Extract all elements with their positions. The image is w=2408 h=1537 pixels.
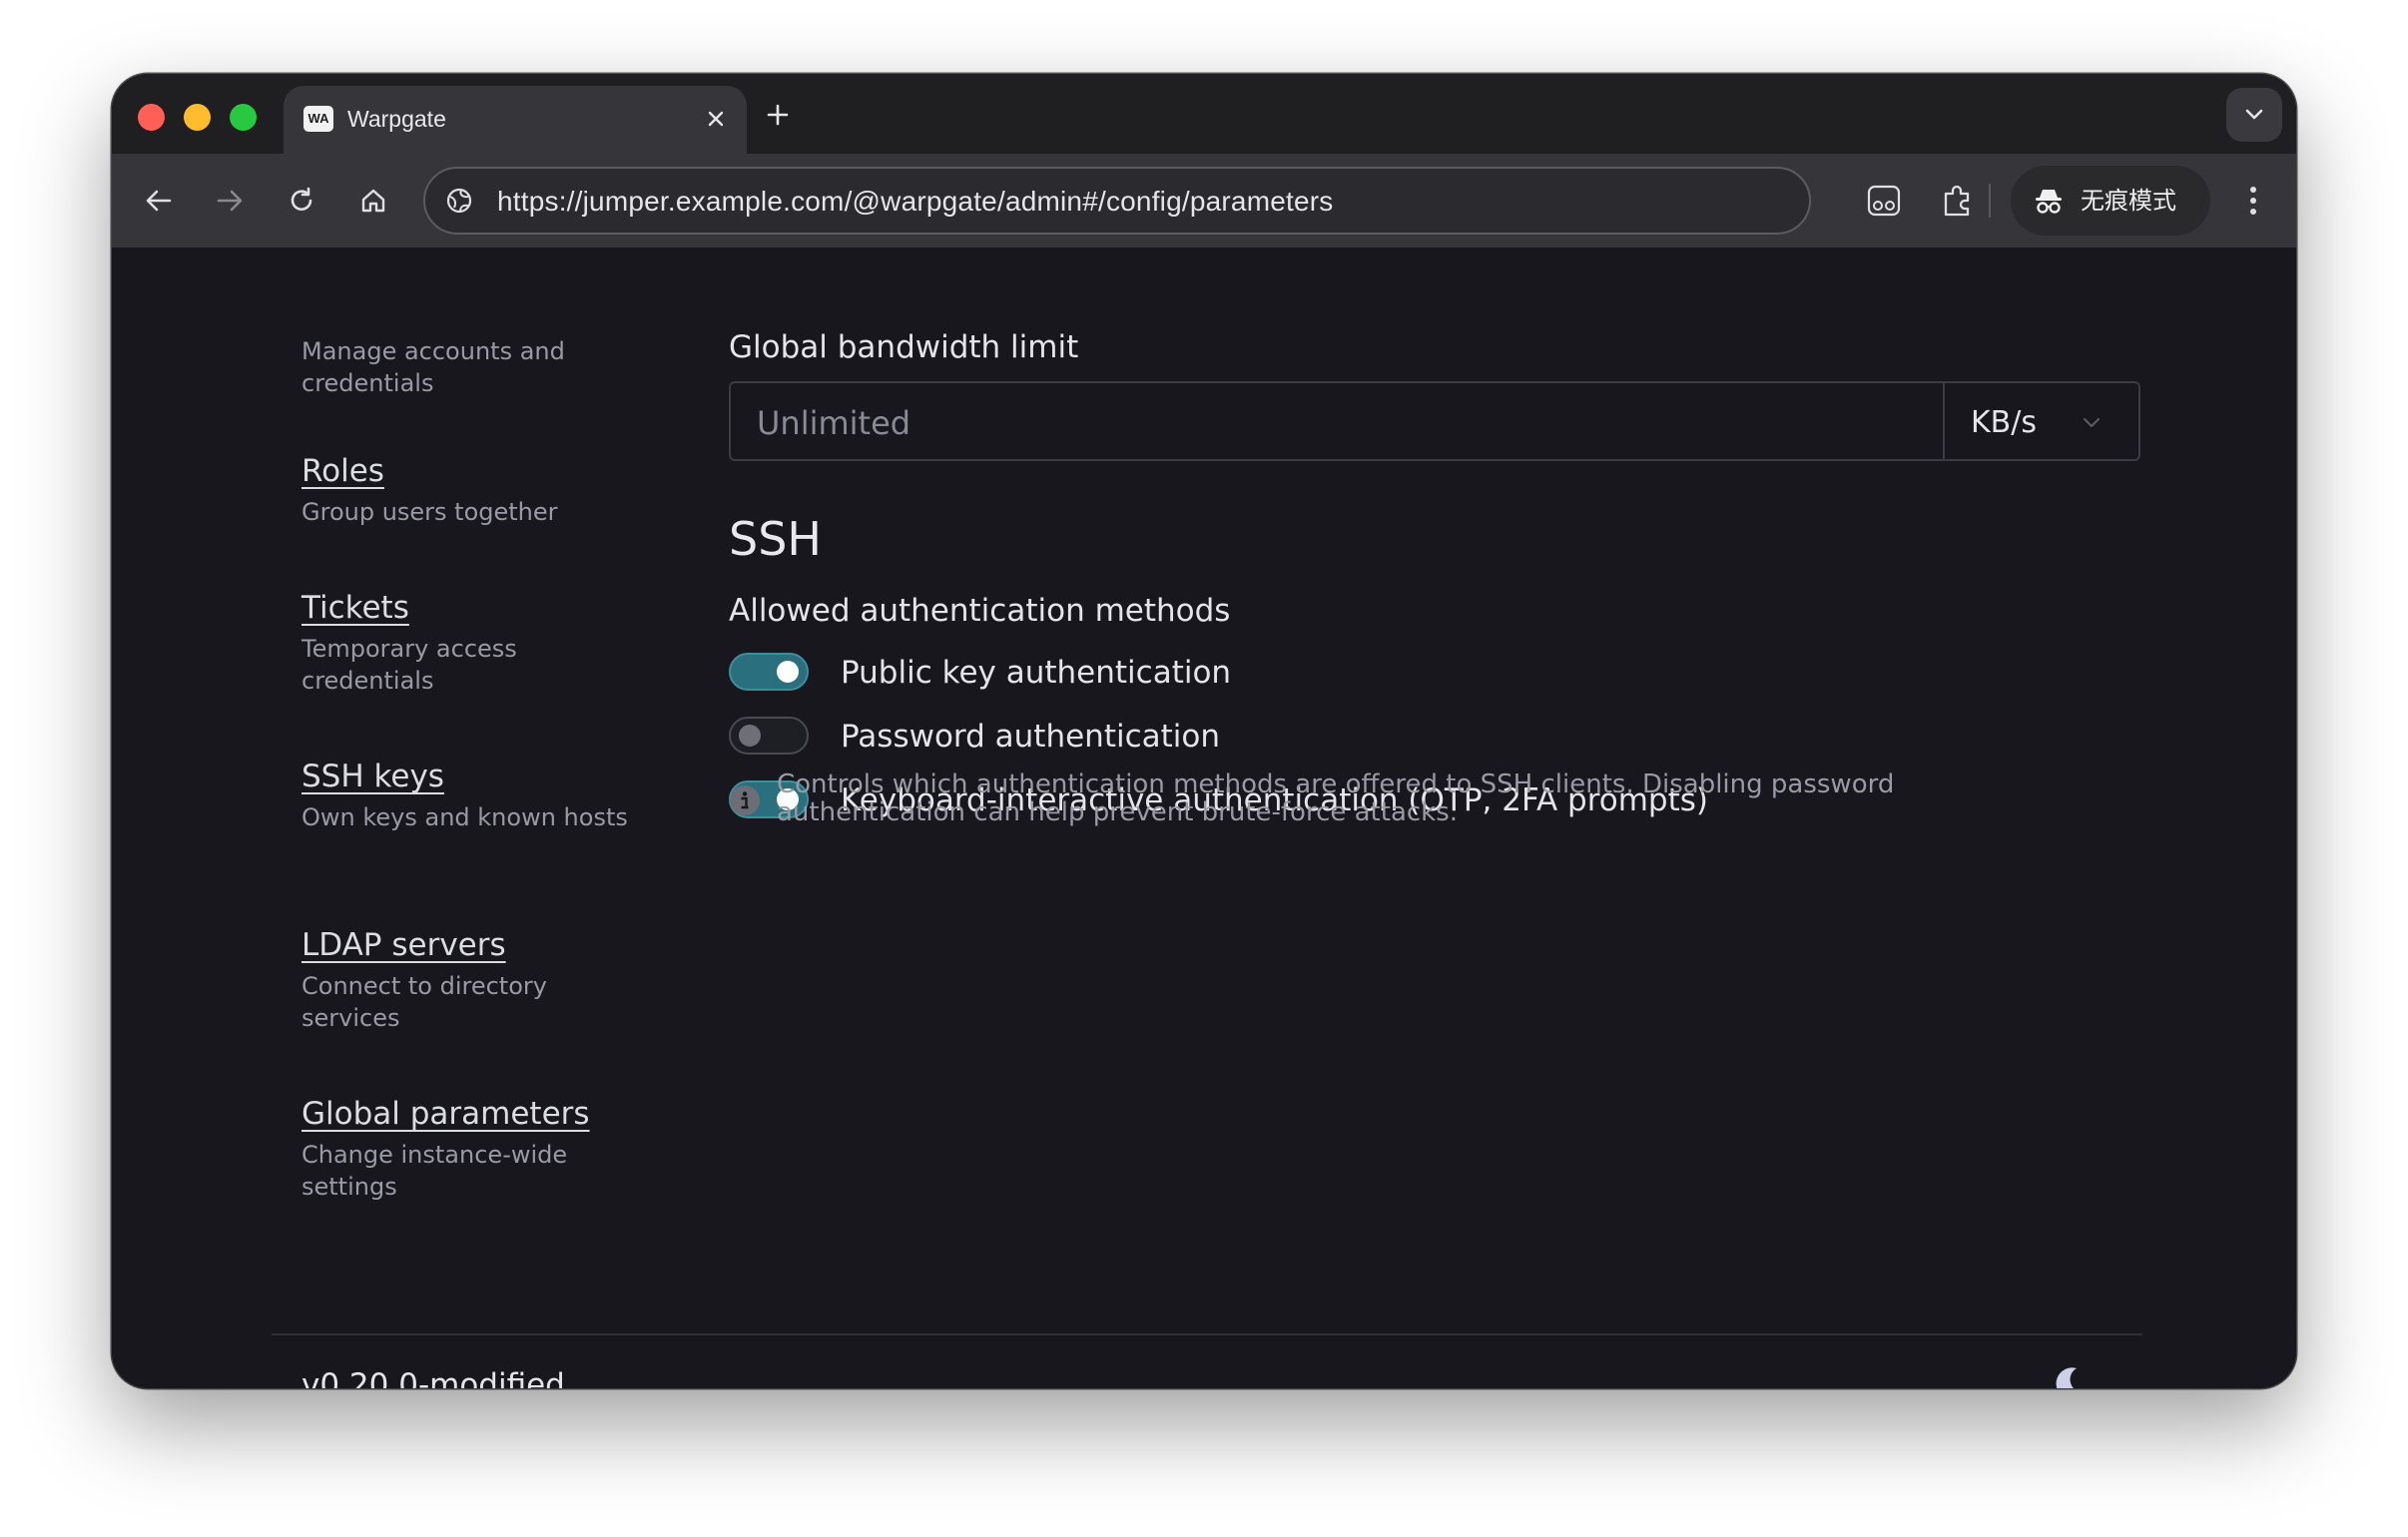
public-key-auth-toggle[interactable]: [729, 653, 809, 691]
sidebar-item-description: Connect to directory services: [301, 972, 547, 1032]
reload-icon[interactable]: [281, 180, 322, 222]
toggle-knob: [777, 661, 799, 683]
close-tab-icon[interactable]: [699, 102, 733, 136]
sidebar-item-description: Own keys and known hosts: [301, 803, 628, 831]
more-menu-icon[interactable]: [2238, 180, 2268, 222]
warpgate-admin-page: Manage accounts and credentials Roles Gr…: [112, 248, 2296, 1388]
sidebar-link-global-parameters[interactable]: Global parameters: [301, 1094, 631, 1134]
toolbar-separator: [1989, 184, 1991, 218]
auth-method-public-key: Public key authentication: [729, 653, 2027, 693]
sidebar-item-description: Group users together: [301, 498, 558, 526]
sidebar-link-tickets[interactable]: Tickets: [301, 588, 631, 628]
sidebar-item-description: Change instance-wide settings: [301, 1141, 568, 1201]
public-key-auth-label: Public key authentication: [841, 655, 1232, 691]
sidebar-item-roles: Roles Group users together: [301, 451, 631, 528]
incognito-badge[interactable]: 无痕模式: [2011, 166, 2210, 236]
ssh-section-title: SSH: [729, 512, 822, 566]
home-icon[interactable]: [352, 180, 394, 222]
window-minimize-button[interactable]: [184, 104, 211, 131]
bandwidth-unit-value: KB/s: [1971, 405, 2037, 440]
sidebar-item-tickets: Tickets Temporary access credentials: [301, 588, 631, 697]
toggle-knob: [739, 725, 761, 747]
incognito-icon: [2036, 190, 2062, 214]
sidebar-item-description: Temporary access credentials: [301, 635, 517, 695]
bandwidth-limit-label: Global bandwidth limit: [729, 329, 1079, 365]
tab-title: Warpgate: [347, 106, 446, 132]
bandwidth-unit-select[interactable]: KB/s: [1943, 381, 2140, 461]
reader-mode-icon[interactable]: [1861, 178, 1907, 224]
forward-icon[interactable]: [209, 180, 251, 222]
sidebar-link-roles[interactable]: Roles: [301, 451, 631, 491]
version-label: v0.20.0-modified: [301, 1367, 565, 1388]
chevron-down-icon: [2245, 109, 2263, 120]
password-auth-label: Password authentication: [841, 719, 1221, 755]
footer-divider: [272, 1333, 2142, 1335]
window-close-button[interactable]: [138, 104, 165, 131]
window-maximize-button[interactable]: [230, 104, 257, 131]
sidebar-item-ssh-keys: SSH keys Own keys and known hosts: [301, 757, 631, 833]
address-url[interactable]: https://jumper.example.com/@warpgate/adm…: [497, 186, 1333, 218]
sidebar-item-ldap-servers: LDAP servers Connect to directory servic…: [301, 925, 631, 1034]
browser-window: WA Warpgate https://jumper.example.com/@…: [112, 74, 2296, 1388]
sidebar-item-users-description: Manage accounts and credentials: [301, 337, 565, 397]
ssh-auth-hint: Controls which authentication methods ar…: [777, 769, 1895, 827]
bandwidth-limit-placeholder: Unlimited: [757, 404, 911, 442]
info-icon: [730, 785, 760, 815]
browser-tab-warpgate[interactable]: WA Warpgate: [284, 86, 747, 154]
auth-methods-label: Allowed authentication methods: [729, 593, 1231, 629]
sidebar-link-ssh-keys[interactable]: SSH keys: [301, 757, 631, 796]
address-bar[interactable]: https://jumper.example.com/@warpgate/adm…: [423, 167, 1811, 235]
password-auth-toggle[interactable]: [729, 717, 809, 755]
globe-icon[interactable]: [443, 185, 475, 217]
auth-method-password: Password authentication: [729, 717, 2027, 757]
back-icon[interactable]: [138, 180, 180, 222]
extensions-icon[interactable]: [1935, 178, 1981, 224]
tab-search-button[interactable]: [2226, 88, 2282, 142]
moon-icon[interactable]: [2049, 1361, 2093, 1388]
new-tab-icon[interactable]: [761, 98, 795, 132]
sidebar-link-ldap-servers[interactable]: LDAP servers: [301, 925, 631, 965]
bandwidth-limit-input[interactable]: Unlimited: [729, 381, 1943, 461]
tab-favicon: WA: [303, 106, 333, 132]
incognito-label: 无痕模式: [2081, 187, 2176, 215]
tab-strip: WA Warpgate: [112, 74, 2296, 154]
chevron-down-icon: [2084, 418, 2100, 427]
sidebar-item-global-parameters: Global parameters Change instance-wide s…: [301, 1094, 631, 1203]
browser-toolbar: https://jumper.example.com/@warpgate/adm…: [112, 154, 2296, 248]
